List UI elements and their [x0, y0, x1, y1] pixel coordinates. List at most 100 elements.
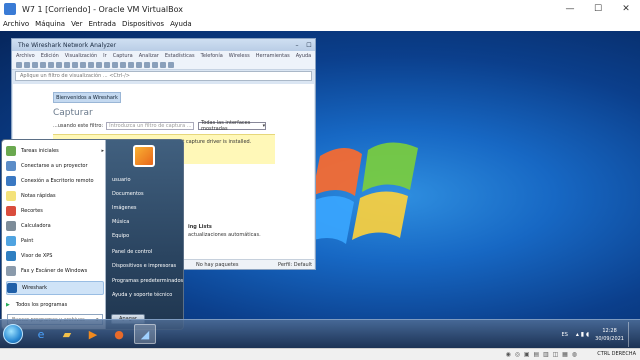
start-item-paint[interactable]: Paint [6, 234, 104, 248]
place-programas-predeterminados[interactable]: Programas predeterminados [112, 278, 183, 284]
tray-icons[interactable]: ▴ ▮ ◖ [576, 331, 589, 338]
xps-viewer-icon [6, 251, 16, 261]
calculator-icon [6, 221, 16, 231]
minimize-button[interactable]: — [556, 0, 584, 18]
find-icon[interactable] [80, 61, 86, 68]
start-item-label: Paint [21, 238, 34, 244]
start-item-wireshark[interactable]: Wireshark [6, 281, 104, 295]
maximize-button[interactable]: ☐ [584, 0, 612, 18]
gear-icon[interactable] [40, 61, 46, 68]
place-panel-de-control[interactable]: Panel de control [112, 249, 152, 255]
resize-columns-icon[interactable] [168, 61, 174, 68]
restart-icon[interactable] [32, 61, 38, 68]
start-item-calculadora[interactable]: Calculadora [6, 219, 104, 233]
menu-maquina[interactable]: Máquina [35, 20, 65, 28]
user-avatar[interactable] [133, 145, 155, 167]
ws-menu-edicion[interactable]: Edición [41, 53, 59, 59]
start-item-proyector[interactable]: Conectarse a un proyector [6, 159, 104, 173]
start-item-label: Notas rápidas [21, 193, 56, 199]
start-menu: Tareas iniciales ▸ Conectarse a un proye… [1, 139, 184, 330]
last-icon[interactable] [120, 61, 126, 68]
show-desktop-button[interactable] [628, 322, 636, 347]
open-file-icon[interactable] [48, 61, 54, 68]
menu-ver[interactable]: Ver [71, 20, 82, 28]
status-packets: No hay paquetes [196, 261, 239, 268]
zoom-in-icon[interactable] [144, 61, 150, 68]
back-icon[interactable] [88, 61, 94, 68]
start-item-escritorio-remoto[interactable]: Conexión a Escritorio remoto [6, 174, 104, 188]
ws-menu-estadisticas[interactable]: Estadísticas [165, 53, 195, 59]
save-icon[interactable] [56, 61, 62, 68]
wireshark-minimize-button[interactable]: – [291, 42, 303, 49]
start-menu-places: usuario Documentos Imágenes Música Equip… [106, 140, 183, 329]
ws-menu-telefonia[interactable]: Telefonía [201, 53, 223, 59]
first-icon[interactable] [112, 61, 118, 68]
capture-filter-input[interactable]: Introduzca un filtro de captura ... [106, 122, 195, 130]
place-equipo[interactable]: Equipo [112, 233, 129, 239]
close-button[interactable]: ✕ [612, 0, 640, 18]
firefox-icon[interactable]: ● [108, 324, 130, 344]
forward-icon[interactable] [96, 61, 102, 68]
status-profile[interactable]: Perfil: Default [278, 262, 312, 268]
snipping-icon [6, 206, 16, 216]
file-explorer-icon[interactable]: ▰ [56, 324, 78, 344]
learn-heading: ing Lists [188, 224, 212, 230]
start-orb-button[interactable] [3, 324, 23, 344]
ws-menu-ayuda[interactable]: Ayuda [296, 53, 311, 59]
start-item-label: Tareas iniciales [21, 148, 59, 154]
all-programs-button[interactable]: ▶ Todos los programas [6, 299, 104, 310]
vm-screen: The Wireshark Network Analyzer – ☐ Archi… [0, 31, 640, 348]
triangle-right-icon: ▶ [6, 301, 10, 308]
interfaces-select[interactable]: Todas las interfaces mostradas ▾ [198, 120, 267, 132]
shark-fin-icon[interactable] [16, 61, 22, 68]
sticky-notes-icon [6, 191, 16, 201]
wireshark-taskbar-button[interactable]: ◢ [134, 324, 156, 344]
stop-icon[interactable] [24, 61, 30, 68]
autoscroll-icon[interactable] [128, 61, 134, 68]
wireshark-maximize-button[interactable]: ☐ [303, 42, 315, 49]
place-musica[interactable]: Música [112, 219, 129, 225]
host-menubar: Archivo Máquina Ver Entrada Dispositivos… [0, 18, 640, 30]
place-imagenes[interactable]: Imágenes [112, 205, 137, 211]
start-item-recortes[interactable]: Recortes [6, 204, 104, 218]
ws-menu-captura[interactable]: Captura [113, 53, 133, 59]
wireshark-titlebar: The Wireshark Network Analyzer – ☐ [12, 39, 315, 51]
media-player-icon[interactable]: ▶ [82, 324, 104, 344]
zoom-reset-icon[interactable] [160, 61, 166, 68]
place-documentos[interactable]: Documentos [112, 191, 144, 197]
ws-menu-herramientas[interactable]: Herramientas [256, 53, 290, 59]
ws-menu-wireless[interactable]: Wireless [229, 53, 250, 59]
welcome-button[interactable]: Bienvenidos a Wireshark [53, 92, 121, 103]
start-item-tareas-iniciales[interactable]: Tareas iniciales ▸ [6, 144, 104, 158]
ws-menu-archivo[interactable]: Archivo [16, 53, 35, 59]
display-filter-input[interactable]: Aplique un filtro de visualización ... <… [15, 71, 312, 81]
goto-icon[interactable] [104, 61, 110, 68]
place-ayuda[interactable]: Ayuda y soporte técnico [112, 292, 172, 298]
start-item-visor-xps[interactable]: Visor de XPS [6, 249, 104, 263]
reload-icon[interactable] [72, 61, 78, 68]
wireshark-toolbar [12, 60, 315, 70]
interfaces-select-value: Todas las interfaces mostradas [201, 120, 251, 132]
close-file-icon[interactable] [64, 61, 70, 68]
menu-ayuda[interactable]: Ayuda [170, 20, 192, 28]
ws-menu-analizar[interactable]: Analizar [139, 53, 159, 59]
zoom-out-icon[interactable] [152, 61, 158, 68]
ws-menu-visualizacion[interactable]: Visualización [65, 53, 97, 59]
menu-archivo[interactable]: Archivo [3, 20, 29, 28]
start-menu-programs: Tareas iniciales ▸ Conectarse a un proye… [2, 140, 106, 329]
ws-menu-ir[interactable]: Ir [103, 53, 107, 59]
menu-entrada[interactable]: Entrada [89, 20, 117, 28]
host-window-title: W7 1 [Corriendo] - Oracle VM VirtualBox [22, 4, 183, 14]
colorize-icon[interactable] [136, 61, 142, 68]
windows-taskbar: e ▰ ▶ ● ◢ ES ▴ ▮ ◖ 12:28 30/09/2021 [0, 319, 640, 348]
start-item-notas-rapidas[interactable]: Notas rápidas [6, 189, 104, 203]
place-dispositivos[interactable]: Dispositivos e impresoras [112, 263, 176, 269]
internet-explorer-icon[interactable]: e [30, 324, 52, 344]
place-usuario[interactable]: usuario [112, 177, 131, 183]
tray-clock[interactable]: 12:28 30/09/2021 [595, 327, 624, 343]
language-indicator[interactable]: ES [562, 332, 568, 338]
device-status-icons[interactable]: ◉ ◎ ▣ ▤ ▥ ◫ ▦ ◍ [506, 351, 578, 358]
menu-dispositivos[interactable]: Dispositivos [122, 20, 164, 28]
start-item-label: Visor de XPS [21, 253, 53, 259]
start-item-fax-escaner[interactable]: Fax y Escáner de Windows [6, 264, 104, 278]
